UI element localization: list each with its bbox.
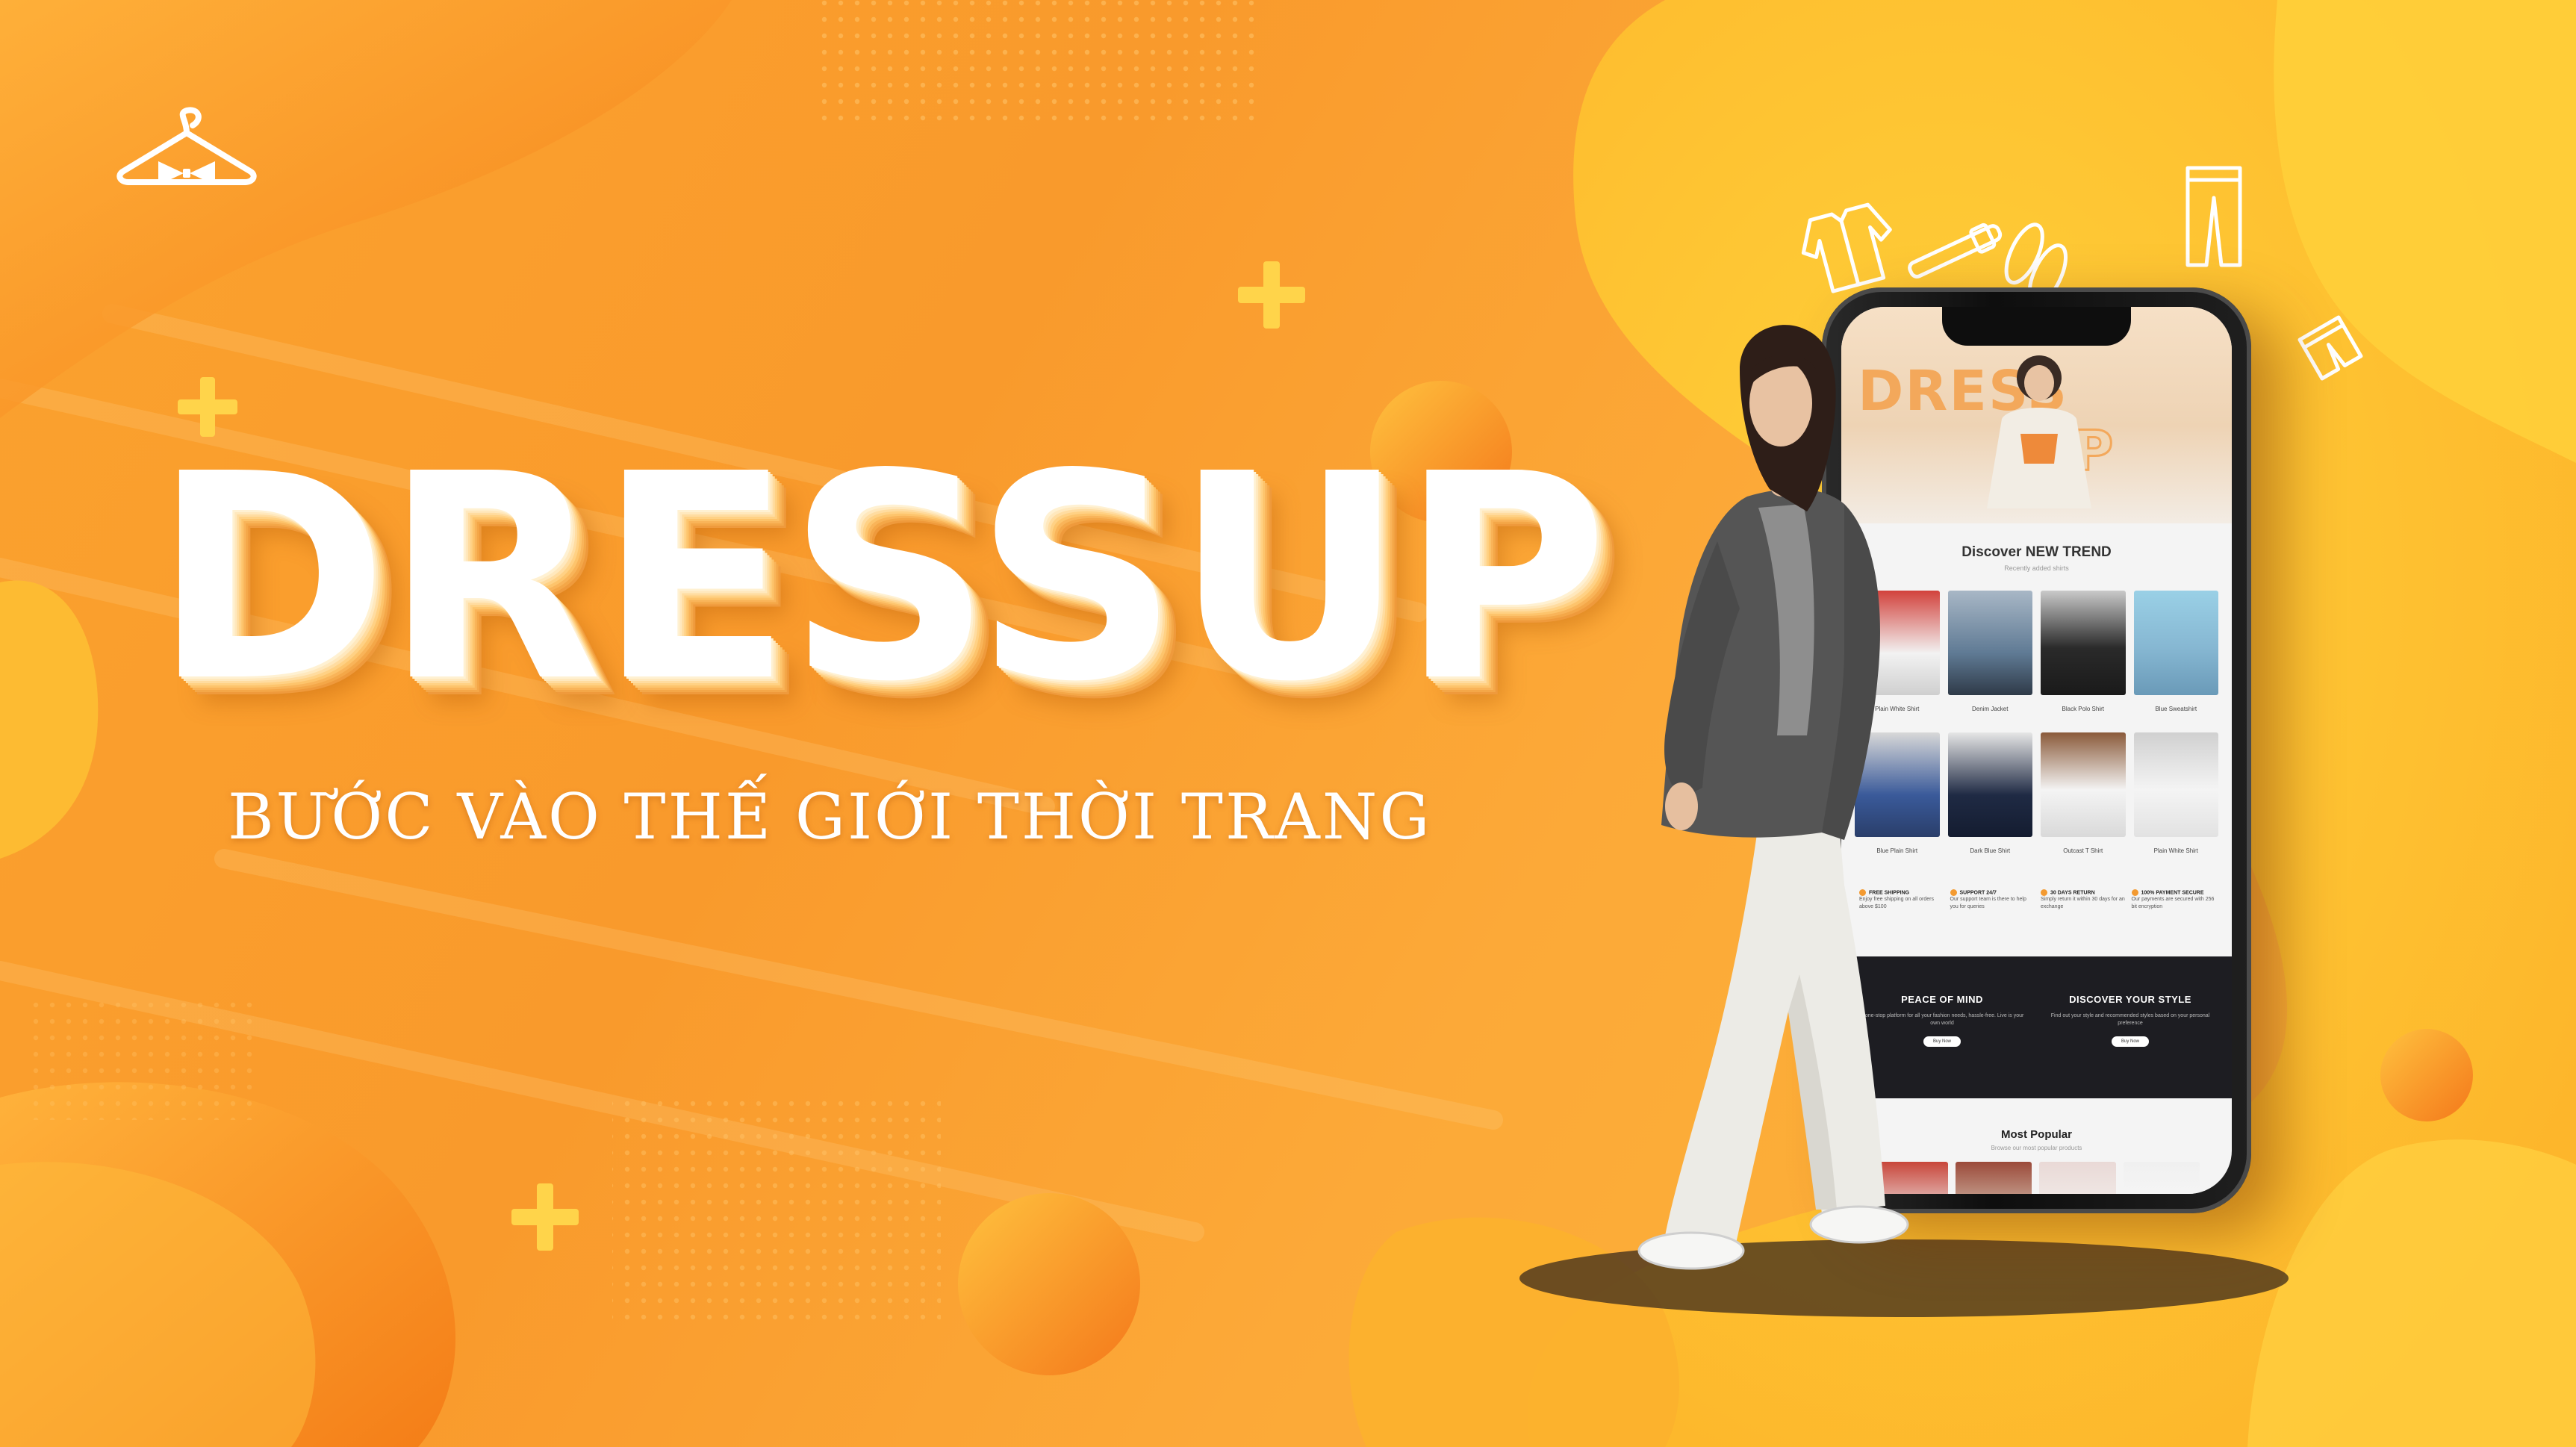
brand-tagline: BƯỚC VÀO THẾ GIỚI THỜI TRANG xyxy=(228,780,1432,853)
promo-discover-style: DISCOVER YOUR STYLE Find out your style … xyxy=(2044,994,2216,1047)
product-label: Blue Sweatshirt xyxy=(2155,706,2197,712)
product-card[interactable]: Black Polo Shirt xyxy=(2041,591,2126,725)
promo-banner: DRESSUP BƯỚC VÀO THẾ GIỚI THỜI TRANG DRE… xyxy=(0,0,2576,1447)
hanger-logo-icon xyxy=(116,107,257,185)
product-card[interactable]: Blue Sweatshirt xyxy=(2133,591,2218,725)
product-label: Black Polo Shirt xyxy=(2062,706,2104,712)
brand-headline: DRESSUP xyxy=(153,413,1608,744)
feature-item: 100% PAYMENT SECURE Our payments are sec… xyxy=(2131,889,2215,909)
feature-item: 30 DAYS RETURN Simply return it within 3… xyxy=(2041,889,2125,909)
product-card[interactable]: Dark Blue Shirt xyxy=(1947,732,2032,867)
product-card[interactable]: Outcast T Shirt xyxy=(2041,732,2126,867)
product-card[interactable]: Plain White Shirt xyxy=(2133,732,2218,867)
buy-now-button[interactable]: Buy Now xyxy=(2112,1036,2149,1047)
feature-item: SUPPORT 24/7 Our support team is there t… xyxy=(1950,889,2026,909)
product-card[interactable]: Denim Jacket xyxy=(1947,591,2032,725)
support-icon xyxy=(1950,889,1957,896)
popular-product-image[interactable] xyxy=(2039,1162,2116,1194)
secure-payment-icon xyxy=(2131,889,2138,896)
product-image[interactable] xyxy=(2041,732,2126,837)
model-image xyxy=(1637,325,1909,1270)
product-label: Plain White Shirt xyxy=(2153,847,2198,854)
return-icon xyxy=(2041,889,2047,896)
product-image[interactable] xyxy=(1947,732,2032,837)
product-label: Dark Blue Shirt xyxy=(1970,847,2011,854)
product-image[interactable] xyxy=(1947,591,2032,695)
product-image[interactable] xyxy=(2133,591,2218,695)
phone-notch xyxy=(1942,307,2131,346)
popular-product-image[interactable] xyxy=(1955,1162,2032,1194)
hero-model-image xyxy=(1987,355,2091,508)
product-image[interactable] xyxy=(2041,591,2126,695)
product-label: Outcast T Shirt xyxy=(2063,847,2103,854)
popular-product-image[interactable] xyxy=(2123,1162,2200,1194)
product-label: Denim Jacket xyxy=(1972,706,2009,712)
product-image[interactable] xyxy=(2133,732,2218,837)
